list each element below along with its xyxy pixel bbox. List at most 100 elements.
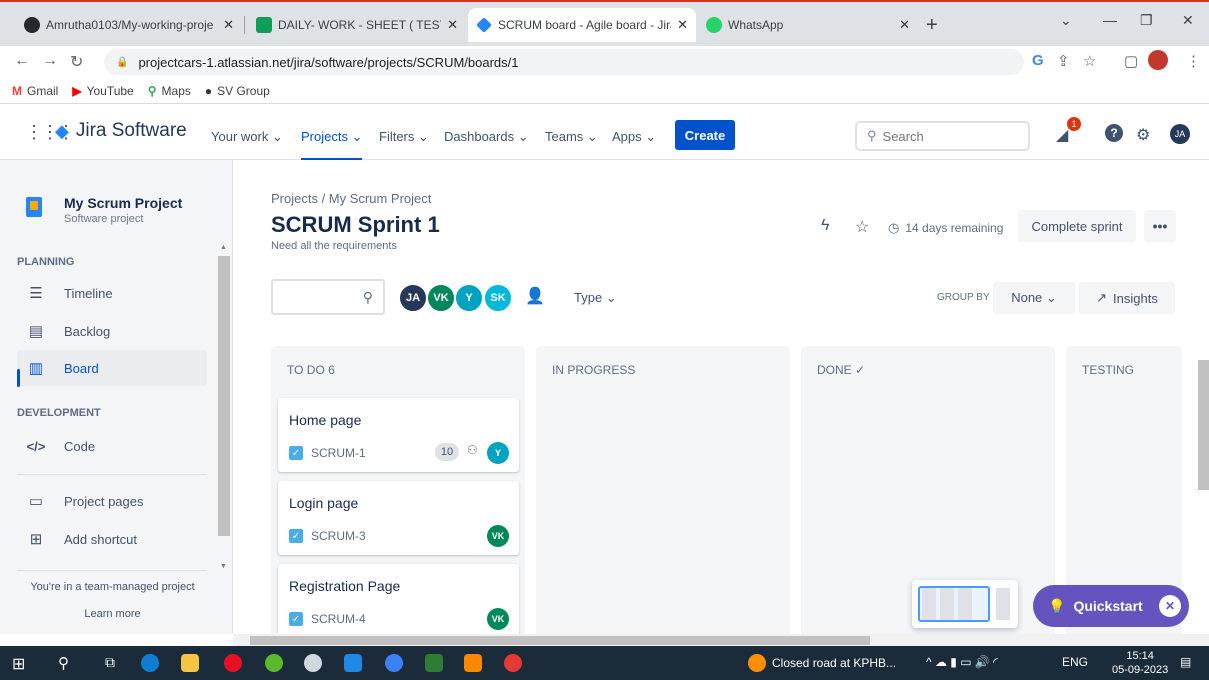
close-tab-icon[interactable]: ✕ [899,17,910,33]
close-quickstart-icon[interactable]: ✕ [1159,595,1181,617]
avatar-filter-ja[interactable]: JA [398,283,428,313]
sidebar-item-project-pages[interactable]: ▭ Project pages [17,483,207,519]
sidebar-item-code[interactable]: </> Code [17,428,207,464]
edge-icon[interactable] [141,654,159,672]
learn-more-link[interactable]: Learn more [0,608,225,620]
bookmark-gmail[interactable]: M Gmail [12,84,58,98]
nav-apps[interactable]: Apps ⌄ [612,129,656,145]
reload-icon[interactable]: ↻ [70,52,83,72]
notification-center-icon[interactable]: ▤ [1180,655,1191,669]
user-avatar[interactable]: JA [1170,124,1190,144]
share-icon[interactable]: ⇪ [1057,52,1070,70]
new-tab-icon[interactable]: + [926,14,938,37]
browser-tab-whatsapp[interactable]: WhatsApp ✕ [698,8,918,42]
vscode-icon[interactable] [344,654,362,672]
insights-button[interactable]: ↗ Insights [1079,282,1175,314]
sidebar-item-timeline[interactable]: ☰ Timeline [17,275,207,311]
opera-icon[interactable] [224,654,242,672]
google-icon[interactable]: G [1032,52,1044,69]
back-icon[interactable]: ← [14,52,30,70]
news-notification[interactable]: Closed road at KPHB... [772,656,896,670]
quickstart-button[interactable]: 💡 Quickstart ✕ [1033,585,1189,627]
minimize-icon[interactable]: — [1103,12,1117,28]
sidebar-item-add-shortcut[interactable]: ⊞ Add shortcut [17,521,207,557]
close-tab-icon[interactable]: ✕ [677,17,688,33]
taskbar-search-icon[interactable]: ⚲ [58,654,76,672]
issue-key[interactable]: SCRUM-1 [311,446,366,460]
assignee-avatar[interactable]: VK [487,525,509,547]
chrome-menu-icon[interactable]: ⋮ [1186,52,1201,70]
profile-avatar[interactable] [1148,50,1168,70]
search-input[interactable] [882,128,1013,144]
more-options-button[interactable]: ••• [1144,210,1176,242]
issue-key[interactable]: SCRUM-3 [311,529,366,543]
tray-icons[interactable]: ^ ☁ ▮ ▭ 🔊 ◜ [926,655,998,669]
bookmark-youtube[interactable]: ▶ YouTube [72,84,133,98]
search-icon: ⚲ [867,128,877,143]
nav-teams[interactable]: Teams ⌄ [545,129,598,145]
create-button[interactable]: Create [675,120,735,150]
sidebar-item-backlog[interactable]: ▤ Backlog [17,313,207,349]
group-by-dropdown[interactable]: None ⌄ [993,282,1075,314]
type-filter-dropdown[interactable]: Type ⌄ [574,290,617,306]
assignee-avatar[interactable]: Y [487,442,509,464]
eclipse-icon[interactable] [304,654,322,672]
jira-logo[interactable]: ◆ Jira Software [55,120,187,142]
project-name[interactable]: My Scrum Project [64,195,182,211]
star-icon[interactable]: ☆ [855,217,869,237]
windows-start-icon[interactable]: ⊞ [12,654,30,673]
days-remaining[interactable]: ◷ 14 days remaining [888,220,1003,236]
tab-search-icon[interactable]: ⌄ [1060,12,1072,29]
close-tab-icon[interactable]: ✕ [447,17,458,33]
add-people-icon[interactable]: 👤 [525,286,545,306]
browser-tab-github[interactable]: Amrutha0103/My-working-proje ✕ [16,8,242,42]
close-tab-icon[interactable]: ✕ [223,17,234,33]
vlc-icon[interactable] [464,654,482,672]
sidepanel-icon[interactable]: ▢ [1124,52,1138,70]
issue-card[interactable]: Registration Page ✓ SCRUM-4 VK [278,564,519,634]
nav-projects[interactable]: Projects ⌄ [301,129,363,161]
sidebar-item-board[interactable]: ▥ Board [17,350,207,386]
board-vertical-scrollbar[interactable] [1198,360,1209,490]
lightning-icon[interactable]: ϟ [821,217,829,235]
browser-tab-sheets[interactable]: DAILY- WORK - SHEET ( TESTING ✕ [248,8,466,42]
app-icon[interactable] [265,654,283,672]
avatar-filter-vk[interactable]: VK [426,283,456,313]
nav-dashboards[interactable]: Dashboards ⌄ [444,129,529,145]
nav-filters[interactable]: Filters ⌄ [379,129,429,145]
forward-icon[interactable]: → [42,52,58,70]
bookmark-star-icon[interactable]: ☆ [1083,52,1096,70]
scroll-up-arrow[interactable]: ▲ [220,244,227,251]
sheets-taskbar-icon[interactable] [425,654,443,672]
help-icon[interactable]: ? [1105,124,1123,142]
board-minimap[interactable] [912,580,1018,628]
taskbar-clock[interactable]: 15:14 05-09-2023 [1112,649,1168,677]
browser-tab-jira[interactable]: SCRUM board - Agile board - Jira ✕ [468,8,696,42]
file-explorer-icon[interactable] [181,654,199,672]
board-search-input[interactable]: ⚲ [271,279,385,315]
complete-sprint-button[interactable]: Complete sprint [1018,210,1136,242]
skype-icon[interactable] [385,654,403,672]
settings-gear-icon[interactable]: ⚙ [1136,125,1150,145]
bookmark-sv-group[interactable]: ● SV Group [205,84,270,98]
sidebar-scrollbar[interactable] [218,256,230,536]
window-close-icon[interactable]: ✕ [1182,12,1194,29]
board-horizontal-scrollbar[interactable] [250,636,870,645]
nav-your-work[interactable]: Your work ⌄ [211,129,283,145]
issue-card[interactable]: Login page ✓ SCRUM-3 VK [278,481,519,555]
scroll-down-arrow[interactable]: ▼ [220,563,227,570]
address-bar[interactable]: 🔒 projectcars-1.atlassian.net/jira/softw… [104,49,1024,75]
notifications-icon[interactable]: ◢ [1056,125,1068,145]
maximize-icon[interactable]: ❐ [1140,12,1153,29]
assignee-avatar[interactable]: VK [487,608,509,630]
avatar-filter-y[interactable]: Y [454,283,484,313]
input-language[interactable]: ENG [1062,655,1088,669]
issue-card[interactable]: Home page ✓ SCRUM-1 10 ⚇ Y [278,398,519,472]
breadcrumb[interactable]: Projects / My Scrum Project [271,191,431,206]
bookmark-maps[interactable]: ⚲ Maps [148,84,191,98]
task-view-icon[interactable]: ⧉ [105,654,123,672]
search-box[interactable]: ⚲ [855,121,1030,151]
chrome-icon[interactable] [504,654,522,672]
avatar-filter-sk[interactable]: SK [483,283,513,313]
issue-key[interactable]: SCRUM-4 [311,612,366,626]
